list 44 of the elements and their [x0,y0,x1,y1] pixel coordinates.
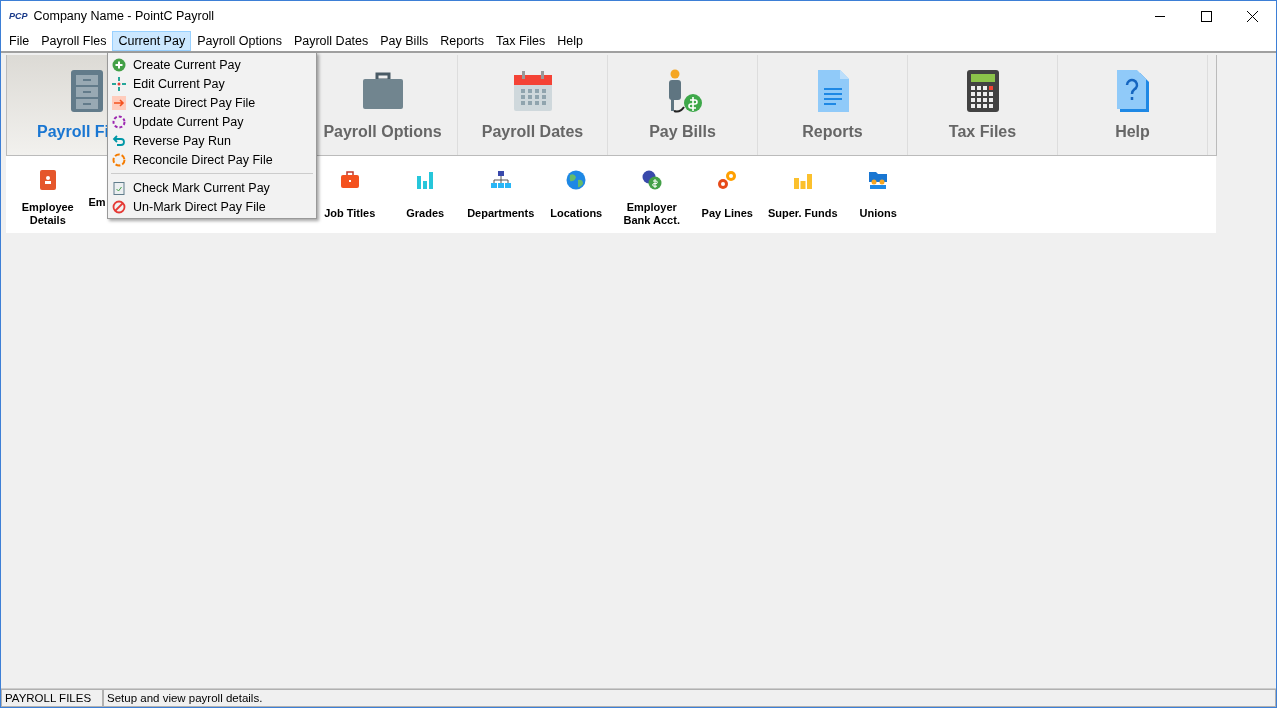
gears-icon [717,170,738,190]
org-chart-icon [490,170,511,190]
toolbar-label[interactable]: Em [88,196,106,209]
clipboard-check-icon [112,180,126,195]
toolbar-button[interactable]: Departments [463,156,539,233]
toolbar-button[interactable]: Grades [387,156,463,233]
toolbar-button[interactable]: Unions [840,156,916,233]
toolbar-button[interactable]: Super. Funds [765,156,841,233]
briefcase-icon [339,170,360,190]
ribbon-button[interactable]: Help [1058,55,1208,155]
menu-item[interactable]: Payroll Dates [287,31,375,51]
menu-item[interactable]: Help [551,31,590,51]
toolbar-button[interactable]: Pay Lines [689,156,765,233]
arrow-icon [112,95,126,110]
undo-icon [112,133,126,148]
move-icon [112,76,126,91]
status-section: PAYROLL FILES [1,689,103,707]
globe-icon [566,170,587,190]
ribbon-button[interactable]: Reports [758,55,908,155]
menu-item[interactable]: Payroll Fles [35,31,113,51]
toolbar-button[interactable]: Employee Details [10,156,86,233]
toolbar-button[interactable]: Locations [538,156,614,233]
menu-item[interactable]: Pay Bills [374,31,435,51]
bar-chart-icon [415,170,436,190]
close-icon[interactable] [1247,10,1258,22]
window-title: Company Name - PointC Payroll [33,9,215,23]
toolbar-button[interactable]: Employer Bank Acct. [614,156,690,233]
menu-item[interactable]: File [3,31,36,51]
ribbon-button[interactable]: Pay Bills [608,55,758,155]
menu-item[interactable]: Tax Files [490,31,552,51]
ribbon-button[interactable]: Tax Files [908,55,1058,155]
refresh-icon [112,114,126,129]
refresh-icon [112,152,126,167]
menu-item[interactable]: Reports [434,31,490,51]
menu-item[interactable]: Current Pay [112,31,192,51]
status-message: Setup and view payroll details. [103,689,1276,707]
money-icon [641,170,662,190]
menu-item[interactable]: Payroll Options [191,31,288,51]
plus-icon [112,57,126,72]
ribbon-button[interactable]: Payroll Dates [458,55,608,155]
id-card-icon [37,170,58,190]
maximize-icon[interactable] [1201,10,1212,22]
ban-icon [112,199,126,214]
app-logo: PCP [9,11,28,21]
